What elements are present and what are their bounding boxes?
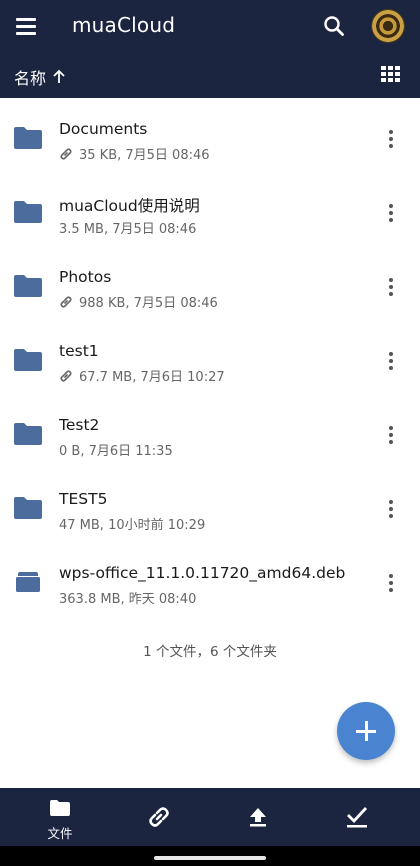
folder-icon (14, 127, 42, 149)
file-meta: 35 KB, 7月5日 08:46 (79, 148, 210, 163)
grid-view-icon[interactable] (381, 66, 403, 84)
folder-icon (14, 497, 42, 519)
file-name: test1 (59, 342, 99, 360)
folder-icon (14, 423, 42, 445)
list-item[interactable]: Test2 0 B, 7月6日 11:35 (0, 394, 420, 468)
more-options-icon[interactable] (380, 276, 402, 298)
file-meta: 988 KB, 7月5日 08:46 (79, 296, 218, 311)
file-meta: 47 MB, 10小时前 10:29 (59, 518, 206, 533)
sort-label: 名称 (14, 69, 47, 88)
more-options-icon[interactable] (380, 202, 402, 224)
link-icon (149, 807, 169, 827)
link-icon (60, 369, 72, 382)
file-name: Documents (59, 120, 148, 138)
file-meta: 3.5 MB, 7月5日 08:46 (59, 222, 197, 237)
file-meta-row: 0 B, 7月6日 11:35 (59, 440, 173, 459)
file-meta-row: 3.5 MB, 7月5日 08:46 (59, 218, 196, 237)
search-icon[interactable] (320, 12, 348, 40)
sort-bar: 名称 (0, 52, 420, 98)
sort-by-name-button[interactable]: 名称 (14, 65, 66, 89)
hamburger-menu-icon[interactable] (12, 12, 40, 40)
home-gesture-pill[interactable] (154, 856, 266, 860)
folder-icon (14, 201, 42, 223)
file-name: Test2 (59, 416, 100, 434)
list-item[interactable]: wps-office_11.1.0.11720_amd64.deb 363.8 … (0, 542, 420, 616)
package-file-icon (16, 572, 40, 592)
file-meta: 363.8 MB, 昨天 08:40 (59, 592, 197, 607)
list-item[interactable]: test1 67.7 MB, 7月6日 10:27 (0, 320, 420, 394)
file-meta: 0 B, 7月6日 11:35 (59, 444, 173, 459)
arrow-up-icon (53, 69, 65, 83)
folder-icon (14, 275, 42, 297)
upload-icon (250, 808, 266, 827)
user-avatar[interactable] (371, 9, 405, 43)
list-item[interactable]: TEST5 47 MB, 10小时前 10:29 (0, 468, 420, 542)
tab-uploads[interactable] (228, 788, 288, 846)
file-name: muaCloud使用说明 (59, 197, 200, 215)
app-bar: muaCloud (0, 0, 420, 52)
file-meta-row: 35 KB, 7月5日 08:46 (59, 144, 210, 163)
list-item[interactable]: muaCloud使用说明 3.5 MB, 7月5日 08:46 (0, 172, 420, 246)
more-options-icon[interactable] (380, 350, 402, 372)
link-icon (60, 295, 72, 308)
file-meta: 67.7 MB, 7月6日 10:27 (79, 370, 225, 385)
more-options-icon[interactable] (380, 498, 402, 520)
tab-shared-links[interactable] (128, 788, 188, 846)
folder-icon (50, 800, 70, 816)
app-title: muaCloud (72, 13, 176, 37)
bottom-navigation: 文件 (0, 788, 420, 846)
list-summary: 1 个文件，6 个文件夹 (143, 644, 277, 660)
file-name: Photos (59, 268, 112, 286)
list-item[interactable]: Documents 35 KB, 7月5日 08:46 (0, 98, 420, 172)
file-name: wps-office_11.1.0.11720_amd64.deb (59, 564, 346, 582)
list-item[interactable]: Photos 988 KB, 7月5日 08:46 (0, 246, 420, 320)
file-meta-row: 67.7 MB, 7月6日 10:27 (59, 366, 225, 385)
system-navigation-bar (0, 846, 420, 866)
more-options-icon[interactable] (380, 128, 402, 150)
folder-icon (14, 349, 42, 371)
tab-files[interactable]: 文件 (30, 788, 90, 846)
file-name: TEST5 (59, 490, 108, 508)
file-meta-row: 988 KB, 7月5日 08:46 (59, 292, 218, 311)
link-icon (60, 147, 72, 160)
tab-files-label: 文件 (47, 826, 73, 841)
file-meta-row: 363.8 MB, 昨天 08:40 (59, 588, 196, 607)
file-meta-row: 47 MB, 10小时前 10:29 (59, 514, 205, 533)
more-options-icon[interactable] (380, 572, 402, 594)
checkmark-icon (347, 807, 368, 828)
more-options-icon[interactable] (380, 424, 402, 446)
add-button[interactable] (337, 702, 395, 760)
tab-select[interactable] (326, 788, 386, 846)
add-icon-vertical (365, 721, 368, 741)
